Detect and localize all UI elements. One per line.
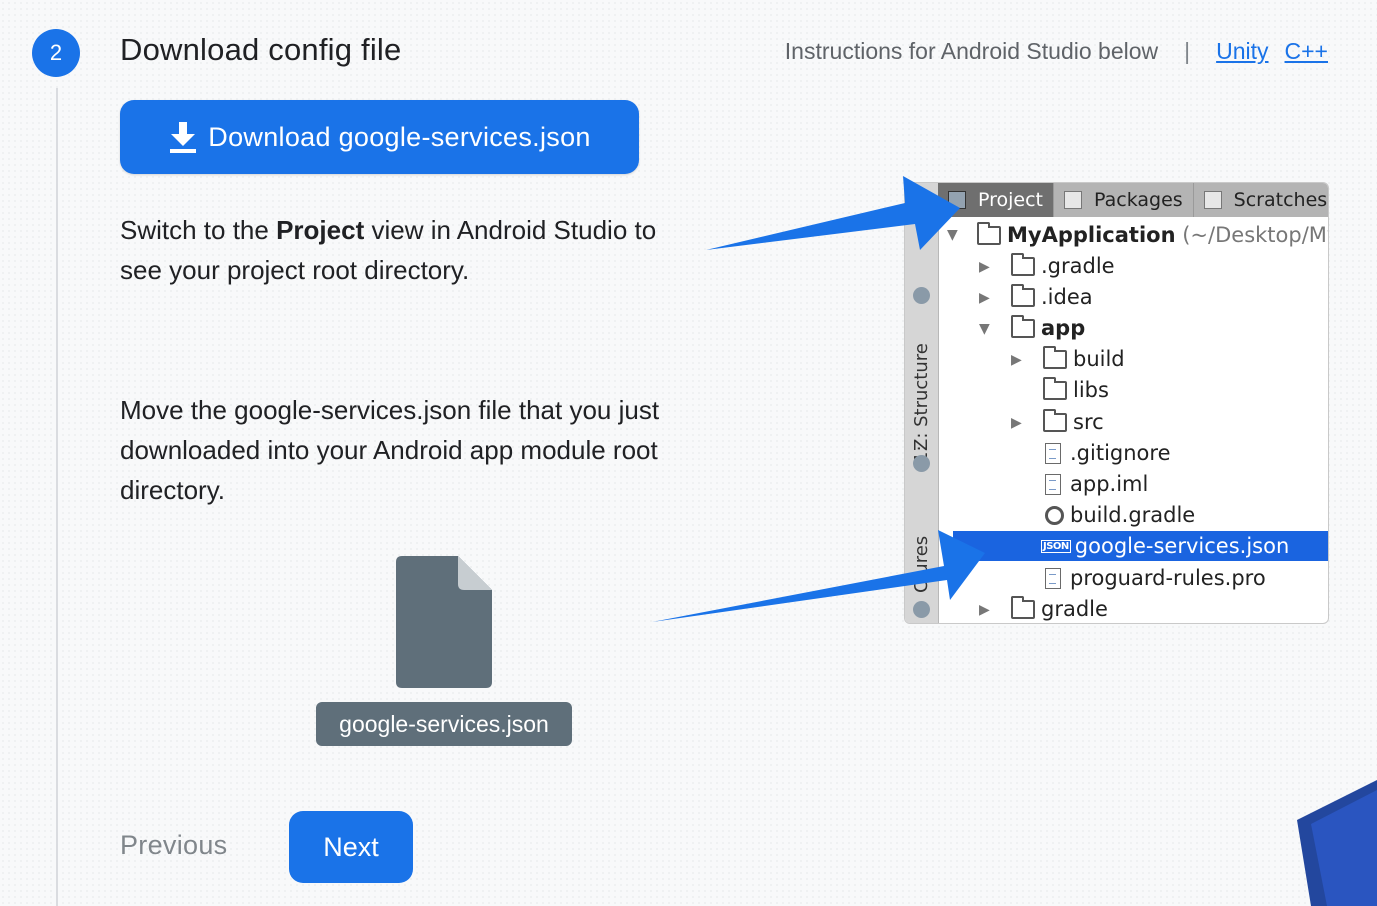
decorative-shape [1297,780,1377,906]
android-studio-project-panel: 1: Z: Structure C ures Project Packages … [904,182,1329,624]
folder-icon [1043,376,1067,400]
tree-item-src: src [1043,407,1104,437]
tree-item-gradle-hidden: .gradle [1011,251,1115,281]
text-file-icon [1045,442,1061,464]
file-name-label: google-services.json [316,702,572,746]
tree-item-root: MyApplication (~/Desktop/My [977,220,1328,250]
collapse-triangle-icon: ▶ [1011,415,1022,431]
project-tab-icon [948,191,966,209]
project-tool-icon [913,287,930,304]
ide-side-tab-structure: Z: Structure [911,343,932,451]
folder-icon [1043,345,1067,369]
step-connector-line [56,88,58,906]
platform-instructions: Instructions for Android Studio below | … [785,38,1328,65]
structure-tool-icon [913,455,930,472]
tree-item-app-iml: app.iml [1045,469,1148,499]
ide-tab-strip: Project Packages Scratches [938,183,1328,217]
tree-item-build-gradle: build.gradle [1045,500,1195,530]
document-icon [396,556,492,688]
folder-icon [1043,408,1067,432]
tree-item-proguard: proguard-rules.pro [1045,563,1266,593]
gradle-gear-icon [1045,505,1064,525]
unity-link[interactable]: Unity [1216,38,1268,65]
step-number-badge: 2 [32,29,80,77]
download-button-label: Download google-services.json [208,121,591,152]
project-view-instructions: Switch to the Project view in Android St… [120,215,657,285]
previous-button[interactable]: Previous [120,830,227,861]
step-title: Download config file [120,32,402,67]
collapse-triangle-icon: ▶ [979,290,990,306]
collapse-triangle-icon: ▶ [1011,352,1022,368]
expand-triangle-icon: ▼ [979,321,990,337]
json-file-icon: JSON [1041,539,1071,553]
ide-tab-project: Project [938,183,1055,217]
ide-side-toolbar: 1: Z: Structure C ures [905,183,939,623]
tree-item-app: app [1011,313,1085,343]
folder-icon [1011,595,1035,619]
next-button[interactable]: Next [289,811,413,883]
module-folder-icon [1011,314,1035,338]
ide-side-tab-captures: C ures [911,535,932,593]
tree-item-gradle: gradle [1011,594,1108,623]
cpp-link[interactable]: C++ [1285,38,1328,65]
module-file-icon [1045,473,1061,495]
folder-icon [1011,252,1035,276]
download-icon [170,122,197,153]
move-file-instructions: Move the google-services.json file that … [120,395,660,505]
text-file-icon [1045,567,1061,589]
module-folder-icon [977,221,1001,245]
collapse-triangle-icon: ▶ [979,602,990,618]
tree-item-gitignore: .gitignore [1045,438,1171,468]
collapse-triangle-icon: ▶ [979,259,990,275]
download-config-button[interactable]: Download google-services.json [120,100,639,174]
tree-item-build: build [1043,344,1125,374]
ide-tab-packages: Packages [1054,183,1194,217]
separator: | [1184,38,1191,64]
captures-tool-icon [913,601,930,618]
instructions-text: Instructions for Android Studio below [784,38,1159,64]
scratches-tab-icon [1203,191,1222,209]
tree-item-idea: .idea [1011,282,1093,312]
packages-tab-icon [1064,191,1083,209]
folder-icon [1011,283,1035,307]
ide-tab-scratches: Scratches [1194,183,1328,217]
tree-item-libs: libs [1043,375,1109,405]
tree-item-google-services-json: JSON google-services.json [953,531,1328,561]
expand-triangle-icon: ▼ [947,227,958,243]
